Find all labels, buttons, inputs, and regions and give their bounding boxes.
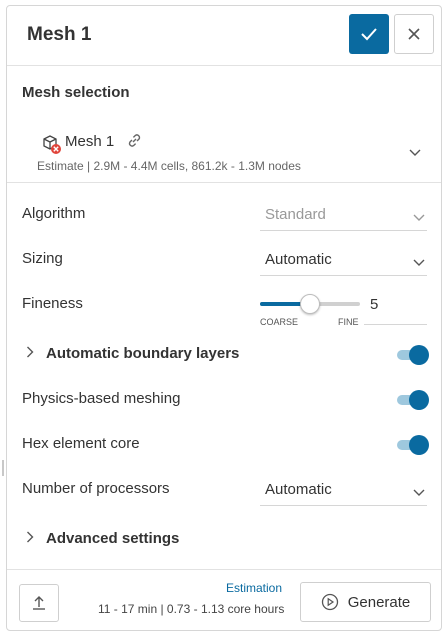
boundary-layers-expander[interactable]: Automatic boundary layers [22,345,239,362]
physics-meshing-toggle[interactable] [397,390,429,410]
slider-min-label: COARSE [260,317,299,327]
play-circle-icon [321,593,338,611]
algorithm-value: Standard [265,206,326,223]
slider-thumb[interactable] [300,294,320,314]
algorithm-select[interactable]: Standard [260,199,427,231]
toggle-knob [409,435,429,455]
check-icon [361,28,377,41]
mesh-name: Mesh 1 [65,133,115,150]
mesh-estimate: Estimate | 2.9M - 4.4M cells, 861.2k - 1… [37,159,301,173]
chevron-right-icon [22,345,38,362]
chevron-down-icon [413,484,425,502]
processors-label: Number of processors [22,480,170,497]
slider-max-label: FINE [338,317,359,327]
panel-title: Mesh 1 [27,24,92,45]
estimation-link[interactable]: Estimation [226,581,282,595]
hex-core-label: Hex element core [22,435,140,452]
hex-core-toggle[interactable] [397,435,429,455]
resize-handle[interactable] [2,460,4,476]
chevron-down-icon [413,209,425,227]
mesh-settings-panel: Mesh 1 Mesh selection Mesh 1 Estimate | … [6,5,442,631]
processors-select[interactable]: Automatic [260,474,427,506]
advanced-settings-expander[interactable]: Advanced settings [22,530,179,547]
upload-button[interactable] [19,584,59,622]
toggle-knob [409,390,429,410]
generate-label: Generate [347,593,411,611]
sizing-label: Sizing [22,250,63,267]
upload-icon [33,596,45,610]
advanced-settings-label: Advanced settings [46,530,180,547]
mesh-selection-item[interactable]: Mesh 1 Estimate | 2.9M - 4.4M cells, 861… [7,121,441,183]
mesh-error-icon [40,133,62,155]
fineness-input[interactable]: 5 [364,293,427,325]
fineness-label: Fineness [22,295,83,312]
close-button[interactable] [394,14,434,54]
generate-button[interactable]: Generate [300,582,431,622]
sizing-value: Automatic [265,251,332,268]
panel-header: Mesh 1 [7,6,441,66]
chevron-right-icon [22,530,38,547]
toggle-knob [409,345,429,365]
mesh-selection-heading: Mesh selection [22,84,130,101]
chevron-down-icon[interactable] [409,144,421,162]
panel-footer: Estimation 11 - 17 min | 0.73 - 1.13 cor… [7,569,441,631]
close-icon [408,28,420,40]
confirm-button[interactable] [349,14,389,54]
physics-meshing-label: Physics-based meshing [22,390,181,407]
chevron-down-icon [413,254,425,272]
divider [7,182,441,183]
fineness-value: 5 [370,296,379,313]
algorithm-label: Algorithm [22,205,86,222]
fineness-slider[interactable] [260,294,360,314]
sizing-select[interactable]: Automatic [260,244,427,276]
boundary-layers-label: Automatic boundary layers [46,345,240,362]
processors-value: Automatic [265,481,332,498]
link-icon[interactable] [126,132,143,154]
estimation-detail: 11 - 17 min | 0.73 - 1.13 core hours [98,602,285,616]
boundary-layers-toggle[interactable] [397,345,429,365]
